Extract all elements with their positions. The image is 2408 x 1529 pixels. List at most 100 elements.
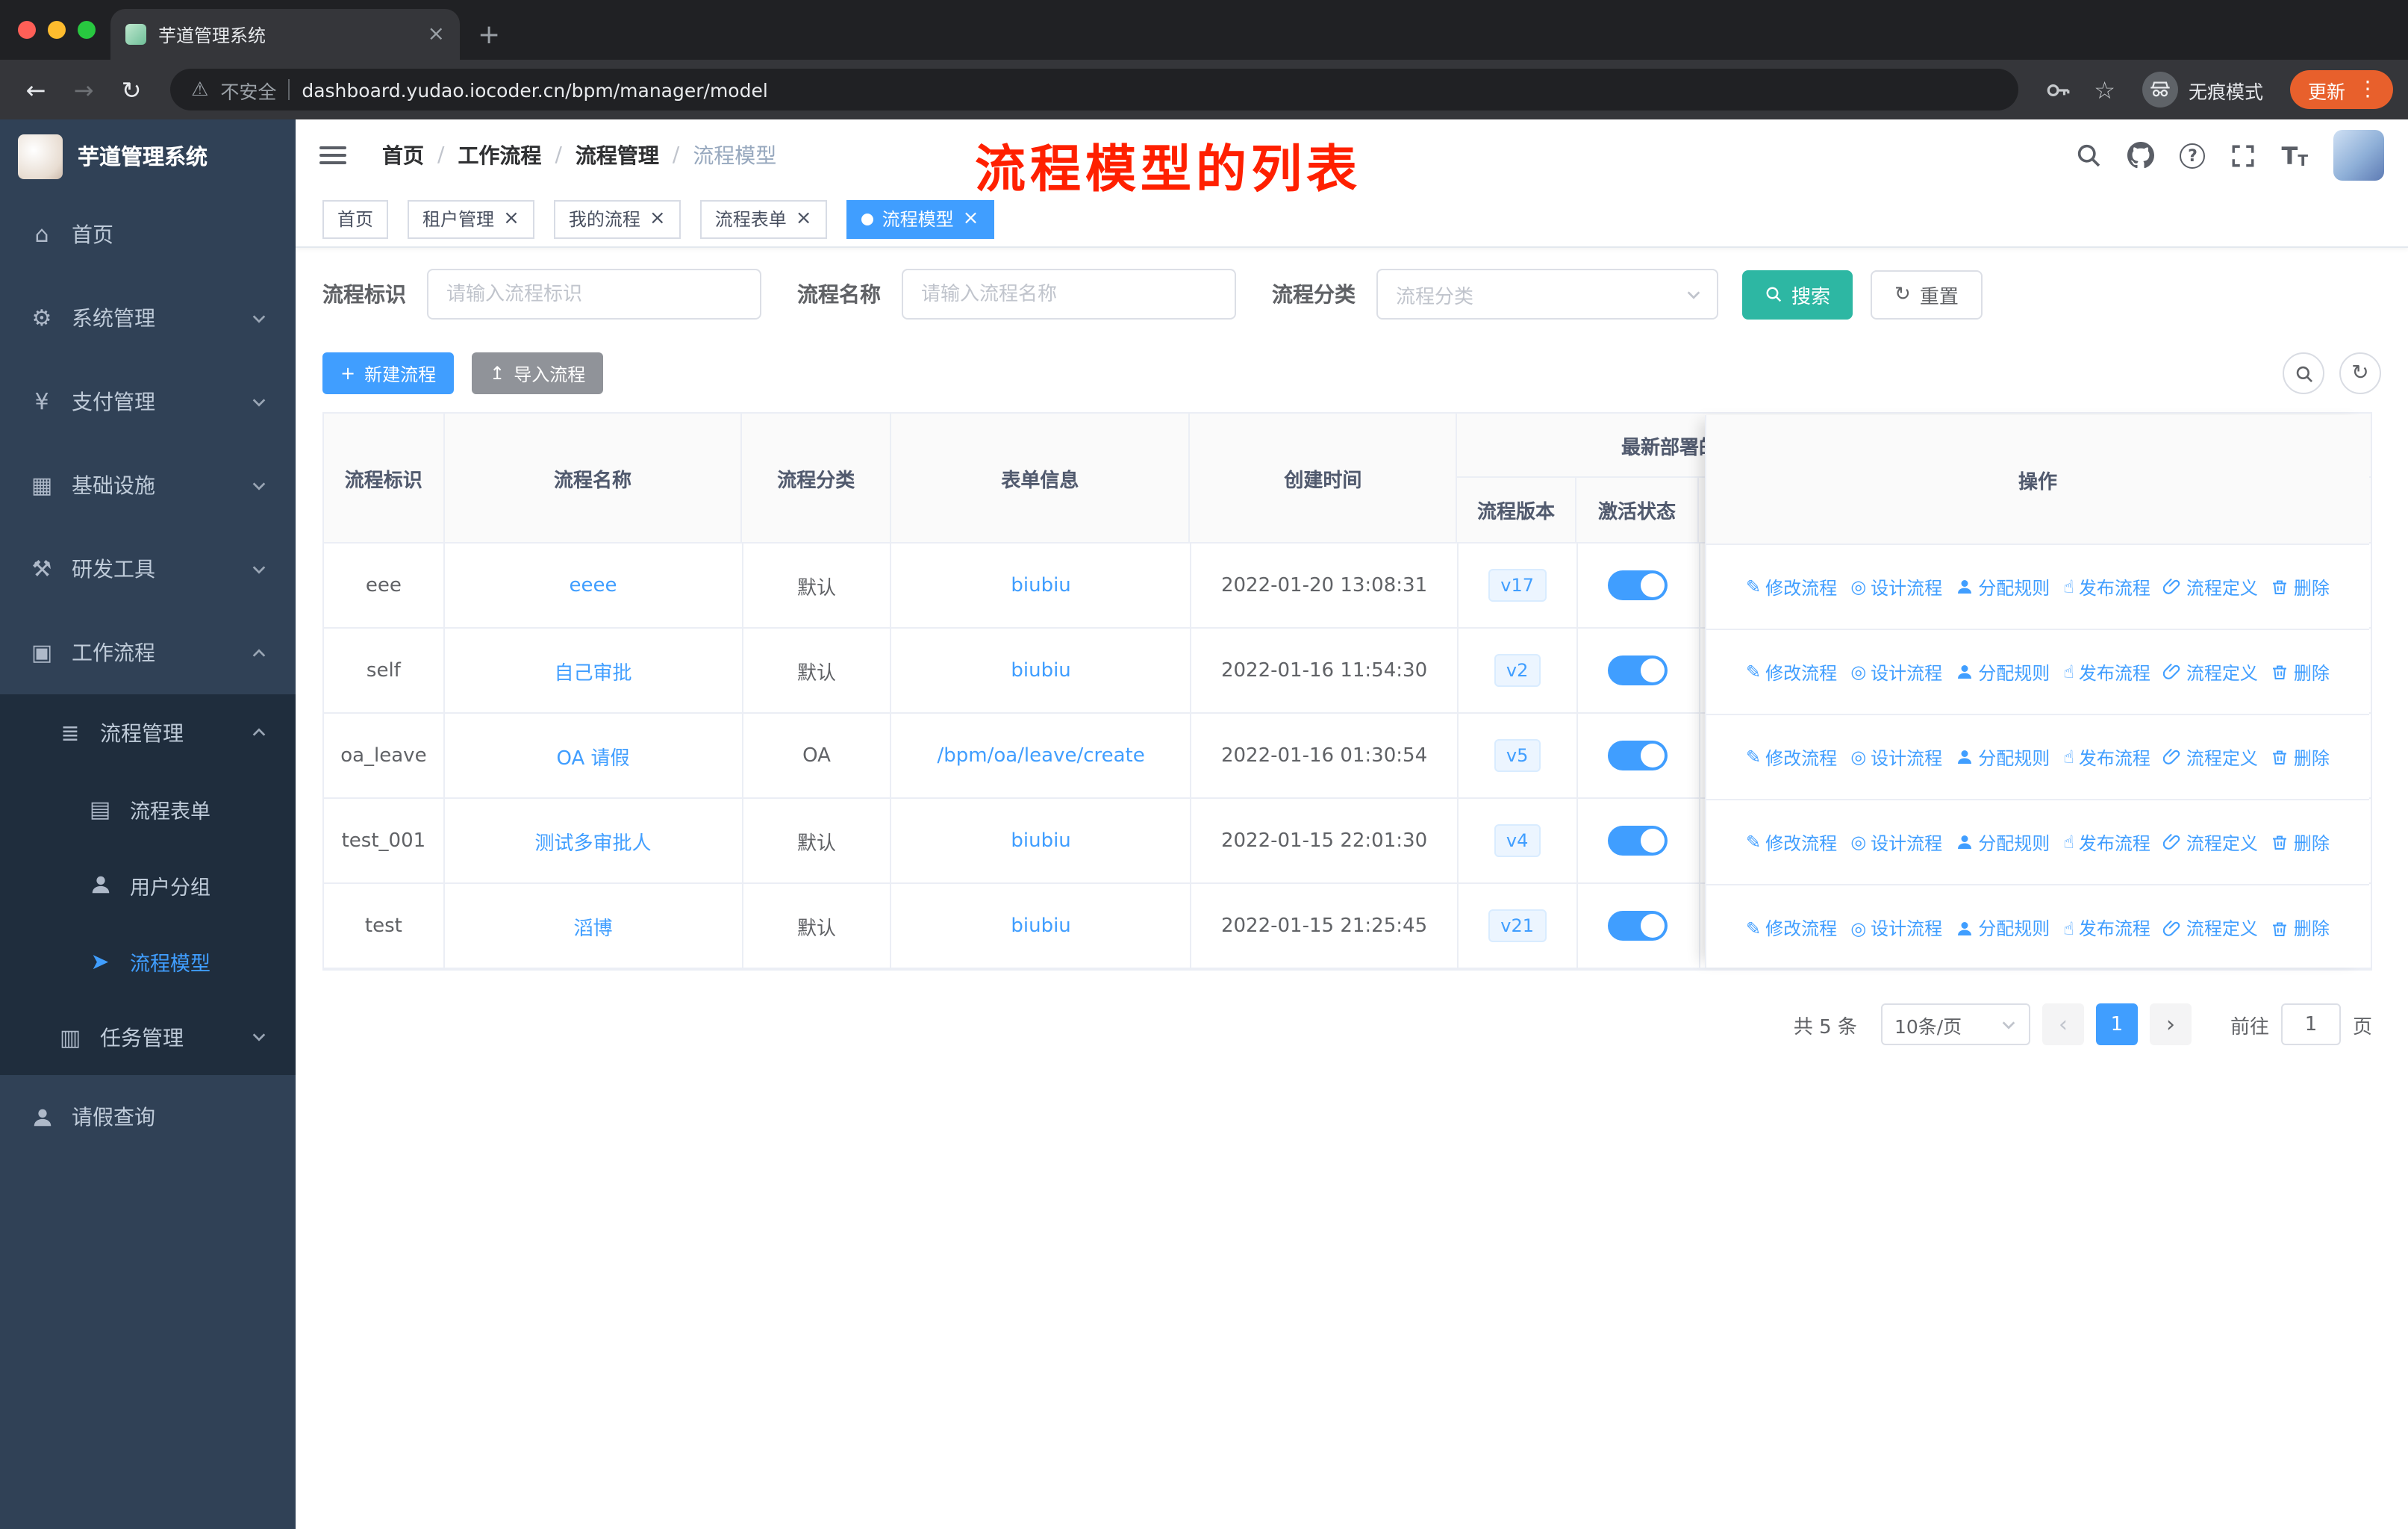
form-info-link[interactable]: biubiu [1011, 915, 1070, 937]
active-toggle[interactable] [1608, 741, 1668, 770]
search-icon[interactable] [2076, 142, 2103, 169]
action-design-process[interactable]: ◎ 设计流程 [1850, 574, 1942, 600]
sidebar-item-task-management[interactable]: ▥ 任务管理 [0, 999, 296, 1075]
action-process-definition[interactable]: 流程定义 [2164, 659, 2258, 685]
action-edit-process[interactable]: ✎ 修改流程 [1746, 659, 1837, 685]
breadcrumb-workflow[interactable]: 工作流程 [458, 140, 541, 170]
breadcrumb-process-management[interactable]: 流程管理 [576, 140, 659, 170]
action-publish-process[interactable]: ☝ 发布流程 [2063, 915, 2150, 941]
action-delete[interactable]: 删除 [2271, 744, 2330, 770]
action-assign-rules[interactable]: 分配规则 [1956, 574, 2050, 600]
action-assign-rules[interactable]: 分配规则 [1956, 744, 2050, 770]
action-edit-process[interactable]: ✎ 修改流程 [1746, 744, 1837, 770]
action-design-process[interactable]: ◎ 设计流程 [1850, 915, 1942, 941]
form-info-link[interactable]: biubiu [1011, 659, 1070, 682]
process-key-input[interactable] [427, 269, 761, 320]
browser-menu-icon[interactable]: ⋮ [2357, 78, 2378, 102]
back-button[interactable]: ← [15, 69, 57, 110]
forward-button[interactable]: → [63, 69, 105, 110]
goto-page-input[interactable] [2280, 1003, 2341, 1045]
browser-tab[interactable]: 芋道管理系统 × [110, 9, 460, 60]
action-delete[interactable]: 删除 [2271, 659, 2330, 685]
process-name-link[interactable]: 自己审批 [554, 656, 631, 685]
action-publish-process[interactable]: ☝ 发布流程 [2063, 574, 2150, 600]
action-publish-process[interactable]: ☝ 发布流程 [2063, 659, 2150, 685]
sidebar-item-home[interactable]: ⌂ 首页 [0, 193, 296, 276]
tag-process-model[interactable]: 流程模型 × [846, 199, 994, 238]
process-name-input[interactable] [902, 269, 1236, 320]
address-bar[interactable]: ⚠ 不安全 dashboard.yudao.iocoder.cn/bpm/man… [170, 69, 2018, 110]
category-select[interactable]: 流程分类 [1376, 269, 1718, 320]
action-process-definition[interactable]: 流程定义 [2164, 829, 2258, 855]
reset-button[interactable]: ↻ 重置 [1871, 270, 1983, 319]
tab-close-icon[interactable]: × [428, 22, 445, 46]
prev-page-button[interactable]: ‹ [2042, 1003, 2084, 1045]
action-process-definition[interactable]: 流程定义 [2164, 744, 2258, 770]
key-icon[interactable] [2044, 77, 2070, 102]
page-size-select[interactable]: 10条/页 [1880, 1003, 2030, 1045]
close-icon[interactable]: × [796, 209, 812, 228]
sidebar-item-payment-management[interactable]: ¥ 支付管理 [0, 360, 296, 443]
import-process-button[interactable]: ↥ 导入流程 [472, 352, 604, 394]
action-edit-process[interactable]: ✎ 修改流程 [1746, 829, 1837, 855]
action-assign-rules[interactable]: 分配规则 [1956, 829, 2050, 855]
font-size-icon[interactable]: TT [2282, 141, 2309, 169]
action-delete[interactable]: 删除 [2271, 574, 2330, 600]
active-toggle[interactable] [1608, 655, 1668, 685]
sidebar-item-process-management[interactable]: ≣ 流程管理 [0, 694, 296, 770]
chrome-update-button[interactable]: 更新 ⋮ [2289, 70, 2393, 109]
action-edit-process[interactable]: ✎ 修改流程 [1746, 574, 1837, 600]
fullscreen-icon[interactable] [2231, 143, 2256, 168]
active-toggle[interactable] [1608, 911, 1668, 941]
sidebar-item-leave-query[interactable]: 请假查询 [0, 1075, 296, 1159]
process-name-link[interactable]: OA 请假 [556, 741, 629, 770]
sidebar-item-process-model[interactable]: ➤ 流程模型 [0, 923, 296, 999]
tag-process-form[interactable]: 流程表单 × [699, 199, 827, 238]
sidebar-item-workflow[interactable]: ▣ 工作流程 [0, 611, 296, 694]
sidebar-item-user-group[interactable]: 用户分组 [0, 847, 296, 923]
window-close-button[interactable] [18, 21, 36, 39]
active-toggle[interactable] [1608, 826, 1668, 856]
help-icon[interactable]: ? [2180, 143, 2206, 168]
action-design-process[interactable]: ◎ 设计流程 [1850, 744, 1942, 770]
close-icon[interactable]: × [649, 209, 666, 228]
next-page-button[interactable]: › [2149, 1003, 2192, 1045]
window-zoom-button[interactable] [78, 21, 96, 39]
refresh-table-button[interactable]: ↻ [2339, 352, 2381, 394]
action-delete[interactable]: 删除 [2271, 829, 2330, 855]
action-process-definition[interactable]: 流程定义 [2164, 915, 2258, 941]
process-name-link[interactable]: eeee [569, 574, 617, 597]
toggle-search-button[interactable] [2283, 352, 2324, 394]
process-name-link[interactable]: 测试多审批人 [534, 826, 651, 855]
action-design-process[interactable]: ◎ 设计流程 [1850, 659, 1942, 685]
window-minimize-button[interactable] [48, 21, 66, 39]
action-publish-process[interactable]: ☝ 发布流程 [2063, 829, 2150, 855]
new-tab-button[interactable]: + [478, 19, 500, 51]
user-avatar[interactable] [2333, 130, 2384, 181]
action-edit-process[interactable]: ✎ 修改流程 [1746, 915, 1837, 941]
bookmark-star-icon[interactable]: ☆ [2094, 75, 2115, 104]
action-process-definition[interactable]: 流程定义 [2164, 574, 2258, 600]
breadcrumb-home[interactable]: 首页 [382, 140, 424, 170]
page-1-button[interactable]: 1 [2095, 1003, 2138, 1045]
tag-home[interactable]: 首页 [322, 199, 389, 238]
menu-fold-icon[interactable] [319, 142, 346, 169]
github-icon[interactable] [2128, 142, 2155, 169]
tag-my-process[interactable]: 我的流程 × [553, 199, 681, 238]
form-info-link[interactable]: /bpm/oa/leave/create [937, 744, 1144, 767]
reload-button[interactable]: ↻ [110, 69, 152, 110]
active-toggle[interactable] [1608, 570, 1668, 600]
tag-tenant-management[interactable]: 租户管理 × [408, 199, 534, 238]
action-delete[interactable]: 删除 [2271, 915, 2330, 941]
sidebar-item-dev-tools[interactable]: ⚒ 研发工具 [0, 527, 296, 611]
create-process-button[interactable]: + 新建流程 [322, 352, 455, 394]
search-button[interactable]: 搜索 [1742, 270, 1853, 319]
action-assign-rules[interactable]: 分配规则 [1956, 915, 2050, 941]
action-assign-rules[interactable]: 分配规则 [1956, 659, 2050, 685]
process-name-link[interactable]: 滔博 [573, 912, 612, 940]
action-design-process[interactable]: ◎ 设计流程 [1850, 829, 1942, 855]
form-info-link[interactable]: biubiu [1011, 574, 1070, 597]
sidebar-item-system-management[interactable]: ⚙ 系统管理 [0, 276, 296, 360]
close-icon[interactable]: × [503, 209, 520, 228]
form-info-link[interactable]: biubiu [1011, 829, 1070, 852]
